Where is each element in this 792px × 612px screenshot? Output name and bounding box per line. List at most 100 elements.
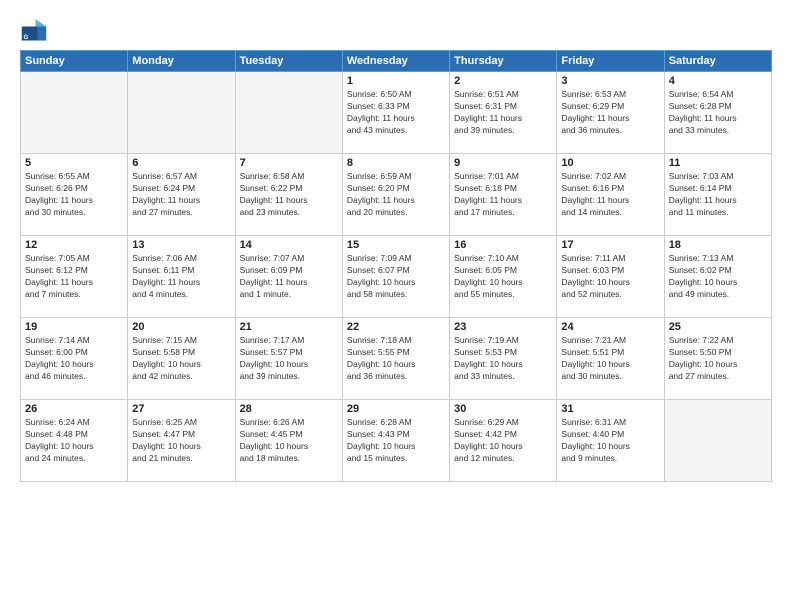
day-number: 28 [240, 403, 338, 415]
day-info: Sunrise: 7:03 AMSunset: 6:14 PMDaylight:… [669, 171, 767, 219]
day-info: Sunrise: 6:24 AMSunset: 4:48 PMDaylight:… [25, 417, 123, 465]
day-cell: 8Sunrise: 6:59 AMSunset: 6:20 PMDaylight… [342, 154, 449, 236]
day-cell: 7 Sunrise: 6:58 AMSunset: 6:22 PMDaylight… [235, 154, 342, 236]
day-cell: 20 Sunrise: 7:15 AMSunset: 5:58 PMDayligh… [128, 318, 235, 400]
day-info: Sunrise: 7:11 AMSunset: 6:03 PMDaylight:… [561, 253, 659, 301]
page: G SundayMondayTuesdayWednesdayThursdayFr… [0, 0, 792, 612]
day-cell: 10 Sunrise: 7:02 AMSunset: 6:16 PMDayligh… [557, 154, 664, 236]
week-row-5: 26 Sunrise: 6:24 AMSunset: 4:48 PMDayligh… [21, 400, 772, 482]
svg-text:G: G [24, 34, 29, 41]
day-cell: 5 Sunrise: 6:55 AMSunset: 6:26 PMDaylight… [21, 154, 128, 236]
day-info: Sunrise: 7:07 AMSunset: 6:09 PMDaylight:… [240, 253, 338, 301]
day-info: Sunrise: 6:53 AMSunset: 6:29 PMDaylight:… [561, 89, 659, 137]
day-info: Sunrise: 7:18 AMSunset: 5:55 PMDaylight:… [347, 335, 445, 383]
day-number: 8 [347, 157, 445, 169]
day-cell: 16Sunrise: 7:10 AMSunset: 6:05 PMDayligh… [450, 236, 557, 318]
day-cell: 26 Sunrise: 6:24 AMSunset: 4:48 PMDayligh… [21, 400, 128, 482]
day-info: Sunrise: 7:01 AMSunset: 6:18 PMDaylight:… [454, 171, 552, 219]
day-cell: 4 Sunrise: 6:54 AMSunset: 6:28 PMDaylight… [664, 72, 771, 154]
day-info: Sunrise: 6:29 AMSunset: 4:42 PMDaylight:… [454, 417, 552, 465]
day-header-friday: Friday [557, 51, 664, 72]
day-number: 13 [132, 239, 230, 251]
day-info: Sunrise: 7:22 AMSunset: 5:50 PMDaylight:… [669, 335, 767, 383]
day-info: Sunrise: 7:09 AMSunset: 6:07 PMDaylight:… [347, 253, 445, 301]
day-info: Sunrise: 6:28 AMSunset: 4:43 PMDaylight:… [347, 417, 445, 465]
day-cell [664, 400, 771, 482]
week-row-4: 19Sunrise: 7:14 AMSunset: 6:00 PMDayligh… [21, 318, 772, 400]
day-cell [21, 72, 128, 154]
day-info: Sunrise: 6:25 AMSunset: 4:47 PMDaylight:… [132, 417, 230, 465]
day-number: 25 [669, 321, 767, 333]
day-number: 5 [25, 157, 123, 169]
day-header-monday: Monday [128, 51, 235, 72]
day-header-wednesday: Wednesday [342, 51, 449, 72]
day-info: Sunrise: 7:21 AMSunset: 5:51 PMDaylight:… [561, 335, 659, 383]
day-info: Sunrise: 7:06 AMSunset: 6:11 PMDaylight:… [132, 253, 230, 301]
day-cell: 1 Sunrise: 6:50 AMSunset: 6:33 PMDaylight… [342, 72, 449, 154]
day-cell: 29 Sunrise: 6:28 AMSunset: 4:43 PMDayligh… [342, 400, 449, 482]
day-number: 15 [347, 239, 445, 251]
week-row-1: 1 Sunrise: 6:50 AMSunset: 6:33 PMDaylight… [21, 72, 772, 154]
day-cell: 22 Sunrise: 7:18 AMSunset: 5:55 PMDayligh… [342, 318, 449, 400]
day-cell: 18 Sunrise: 7:13 AMSunset: 6:02 PMDayligh… [664, 236, 771, 318]
day-number: 7 [240, 157, 338, 169]
day-number: 30 [454, 403, 552, 415]
day-cell: 2Sunrise: 6:51 AMSunset: 6:31 PMDaylight… [450, 72, 557, 154]
week-row-3: 12 Sunrise: 7:05 AMSunset: 6:12 PMDayligh… [21, 236, 772, 318]
day-cell: 12 Sunrise: 7:05 AMSunset: 6:12 PMDayligh… [21, 236, 128, 318]
header-row: SundayMondayTuesdayWednesdayThursdayFrid… [21, 51, 772, 72]
day-cell: 23Sunrise: 7:19 AMSunset: 5:53 PMDayligh… [450, 318, 557, 400]
day-cell: 28 Sunrise: 6:26 AMSunset: 4:45 PMDayligh… [235, 400, 342, 482]
day-info: Sunrise: 7:13 AMSunset: 6:02 PMDaylight:… [669, 253, 767, 301]
day-number: 12 [25, 239, 123, 251]
day-cell: 13 Sunrise: 7:06 AMSunset: 6:11 PMDayligh… [128, 236, 235, 318]
day-cell: 25 Sunrise: 7:22 AMSunset: 5:50 PMDayligh… [664, 318, 771, 400]
day-info: Sunrise: 7:14 AMSunset: 6:00 PMDaylight:… [25, 335, 123, 383]
day-cell: 14 Sunrise: 7:07 AMSunset: 6:09 PMDayligh… [235, 236, 342, 318]
logo-icon: G [20, 16, 48, 44]
day-info: Sunrise: 7:05 AMSunset: 6:12 PMDaylight:… [25, 253, 123, 301]
day-number: 18 [669, 239, 767, 251]
day-cell: 31Sunrise: 6:31 AMSunset: 4:40 PMDayligh… [557, 400, 664, 482]
day-number: 3 [561, 75, 659, 87]
day-info: Sunrise: 6:54 AMSunset: 6:28 PMDaylight:… [669, 89, 767, 137]
day-info: Sunrise: 6:50 AMSunset: 6:33 PMDaylight:… [347, 89, 445, 137]
day-cell: 24Sunrise: 7:21 AMSunset: 5:51 PMDayligh… [557, 318, 664, 400]
day-info: Sunrise: 6:26 AMSunset: 4:45 PMDaylight:… [240, 417, 338, 465]
day-info: Sunrise: 6:55 AMSunset: 6:26 PMDaylight:… [25, 171, 123, 219]
day-info: Sunrise: 6:31 AMSunset: 4:40 PMDaylight:… [561, 417, 659, 465]
day-cell: 17Sunrise: 7:11 AMSunset: 6:03 PMDayligh… [557, 236, 664, 318]
day-number: 20 [132, 321, 230, 333]
day-number: 29 [347, 403, 445, 415]
day-header-saturday: Saturday [664, 51, 771, 72]
day-number: 10 [561, 157, 659, 169]
day-number: 26 [25, 403, 123, 415]
day-header-sunday: Sunday [21, 51, 128, 72]
day-info: Sunrise: 7:15 AMSunset: 5:58 PMDaylight:… [132, 335, 230, 383]
day-number: 14 [240, 239, 338, 251]
day-cell: 6Sunrise: 6:57 AMSunset: 6:24 PMDaylight… [128, 154, 235, 236]
day-cell: 11 Sunrise: 7:03 AMSunset: 6:14 PMDayligh… [664, 154, 771, 236]
day-cell: 21Sunrise: 7:17 AMSunset: 5:57 PMDayligh… [235, 318, 342, 400]
calendar: SundayMondayTuesdayWednesdayThursdayFrid… [20, 50, 772, 482]
day-number: 11 [669, 157, 767, 169]
day-header-tuesday: Tuesday [235, 51, 342, 72]
day-info: Sunrise: 6:58 AMSunset: 6:22 PMDaylight:… [240, 171, 338, 219]
day-cell: 19Sunrise: 7:14 AMSunset: 6:00 PMDayligh… [21, 318, 128, 400]
day-number: 22 [347, 321, 445, 333]
day-info: Sunrise: 6:57 AMSunset: 6:24 PMDaylight:… [132, 171, 230, 219]
day-cell [235, 72, 342, 154]
day-header-thursday: Thursday [450, 51, 557, 72]
day-info: Sunrise: 7:02 AMSunset: 6:16 PMDaylight:… [561, 171, 659, 219]
day-number: 1 [347, 75, 445, 87]
day-cell: 27Sunrise: 6:25 AMSunset: 4:47 PMDayligh… [128, 400, 235, 482]
day-cell: 3 Sunrise: 6:53 AMSunset: 6:29 PMDaylight… [557, 72, 664, 154]
day-number: 23 [454, 321, 552, 333]
day-cell [128, 72, 235, 154]
day-number: 21 [240, 321, 338, 333]
day-number: 4 [669, 75, 767, 87]
logo: G [20, 16, 52, 44]
day-cell: 15 Sunrise: 7:09 AMSunset: 6:07 PMDayligh… [342, 236, 449, 318]
day-cell: 30 Sunrise: 6:29 AMSunset: 4:42 PMDayligh… [450, 400, 557, 482]
header: G [20, 16, 772, 44]
